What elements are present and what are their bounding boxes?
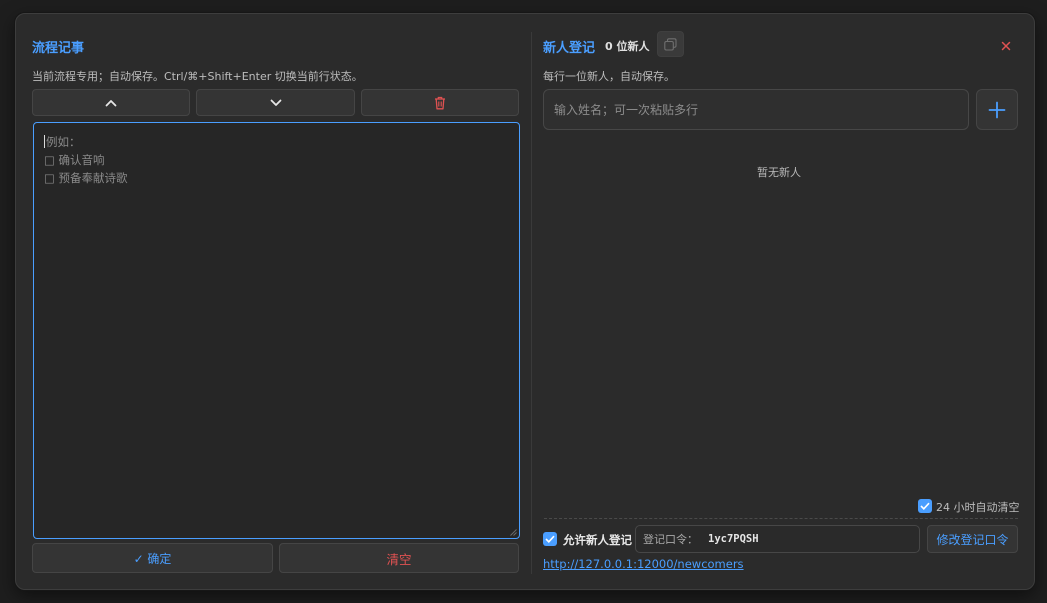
confirm-button[interactable]: ✓ 确定 xyxy=(32,543,273,573)
auto-clear-checkbox[interactable] xyxy=(918,499,932,513)
move-down-button[interactable] xyxy=(196,89,355,116)
close-icon[interactable] xyxy=(1001,41,1011,51)
plus-icon xyxy=(988,101,1006,118)
delete-line-button[interactable] xyxy=(361,89,519,116)
placeholder-line: 例如： xyxy=(44,135,81,149)
change-code-button[interactable]: 修改登记口令 xyxy=(927,525,1018,553)
copy-icon xyxy=(664,37,677,51)
panel-divider xyxy=(531,32,532,574)
copy-button[interactable] xyxy=(657,31,684,57)
process-notes-hint: 当前流程专用；自动保存。Ctrl/⌘+Shift+Enter 切换当前行状态。 xyxy=(32,70,363,83)
auto-clear-label[interactable]: 24 小时自动清空 xyxy=(936,499,1020,515)
process-notes-title: 流程记事 xyxy=(32,41,85,56)
newcomer-title: 新人登记 xyxy=(543,41,596,56)
chevron-up-icon xyxy=(105,99,117,106)
move-up-button[interactable] xyxy=(32,89,190,116)
newcomer-count: 0 位新人 xyxy=(605,40,650,53)
name-input[interactable]: 输入姓名；可一次粘贴多行 xyxy=(543,89,969,130)
newcomers-url-link[interactable]: http://127.0.0.1:12000/newcomers xyxy=(543,557,744,571)
dialog: 流程记事 当前流程专用；自动保存。Ctrl/⌘+Shift+Enter 切换当前… xyxy=(15,13,1035,590)
code-label: 登记口令： xyxy=(643,533,698,546)
text-caret xyxy=(44,135,45,148)
code-value: 1yc7PQSH xyxy=(708,533,759,545)
code-field[interactable]: 登记口令： 1yc7PQSH xyxy=(635,525,920,553)
footer-separator xyxy=(544,518,1018,519)
resize-handle-icon[interactable] xyxy=(510,529,517,536)
allow-registration-checkbox[interactable] xyxy=(543,532,557,546)
empty-state-text: 暂无新人 xyxy=(757,166,801,179)
check-icon xyxy=(545,535,555,543)
placeholder-line: □ 预备奉献诗歌 xyxy=(44,171,128,185)
allow-registration-label[interactable]: 允许新人登记 xyxy=(563,532,632,548)
newcomer-hint: 每行一位新人，自动保存。 xyxy=(543,70,675,83)
clear-button[interactable]: 清空 xyxy=(279,543,519,573)
check-icon xyxy=(920,502,930,510)
notes-textarea[interactable]: 例如： □ 确认音响 □ 预备奉献诗歌 xyxy=(33,122,520,539)
add-newcomer-button[interactable] xyxy=(976,89,1018,130)
placeholder-line: □ 确认音响 xyxy=(44,153,105,167)
trash-icon xyxy=(435,96,445,109)
chevron-down-icon xyxy=(270,99,281,106)
